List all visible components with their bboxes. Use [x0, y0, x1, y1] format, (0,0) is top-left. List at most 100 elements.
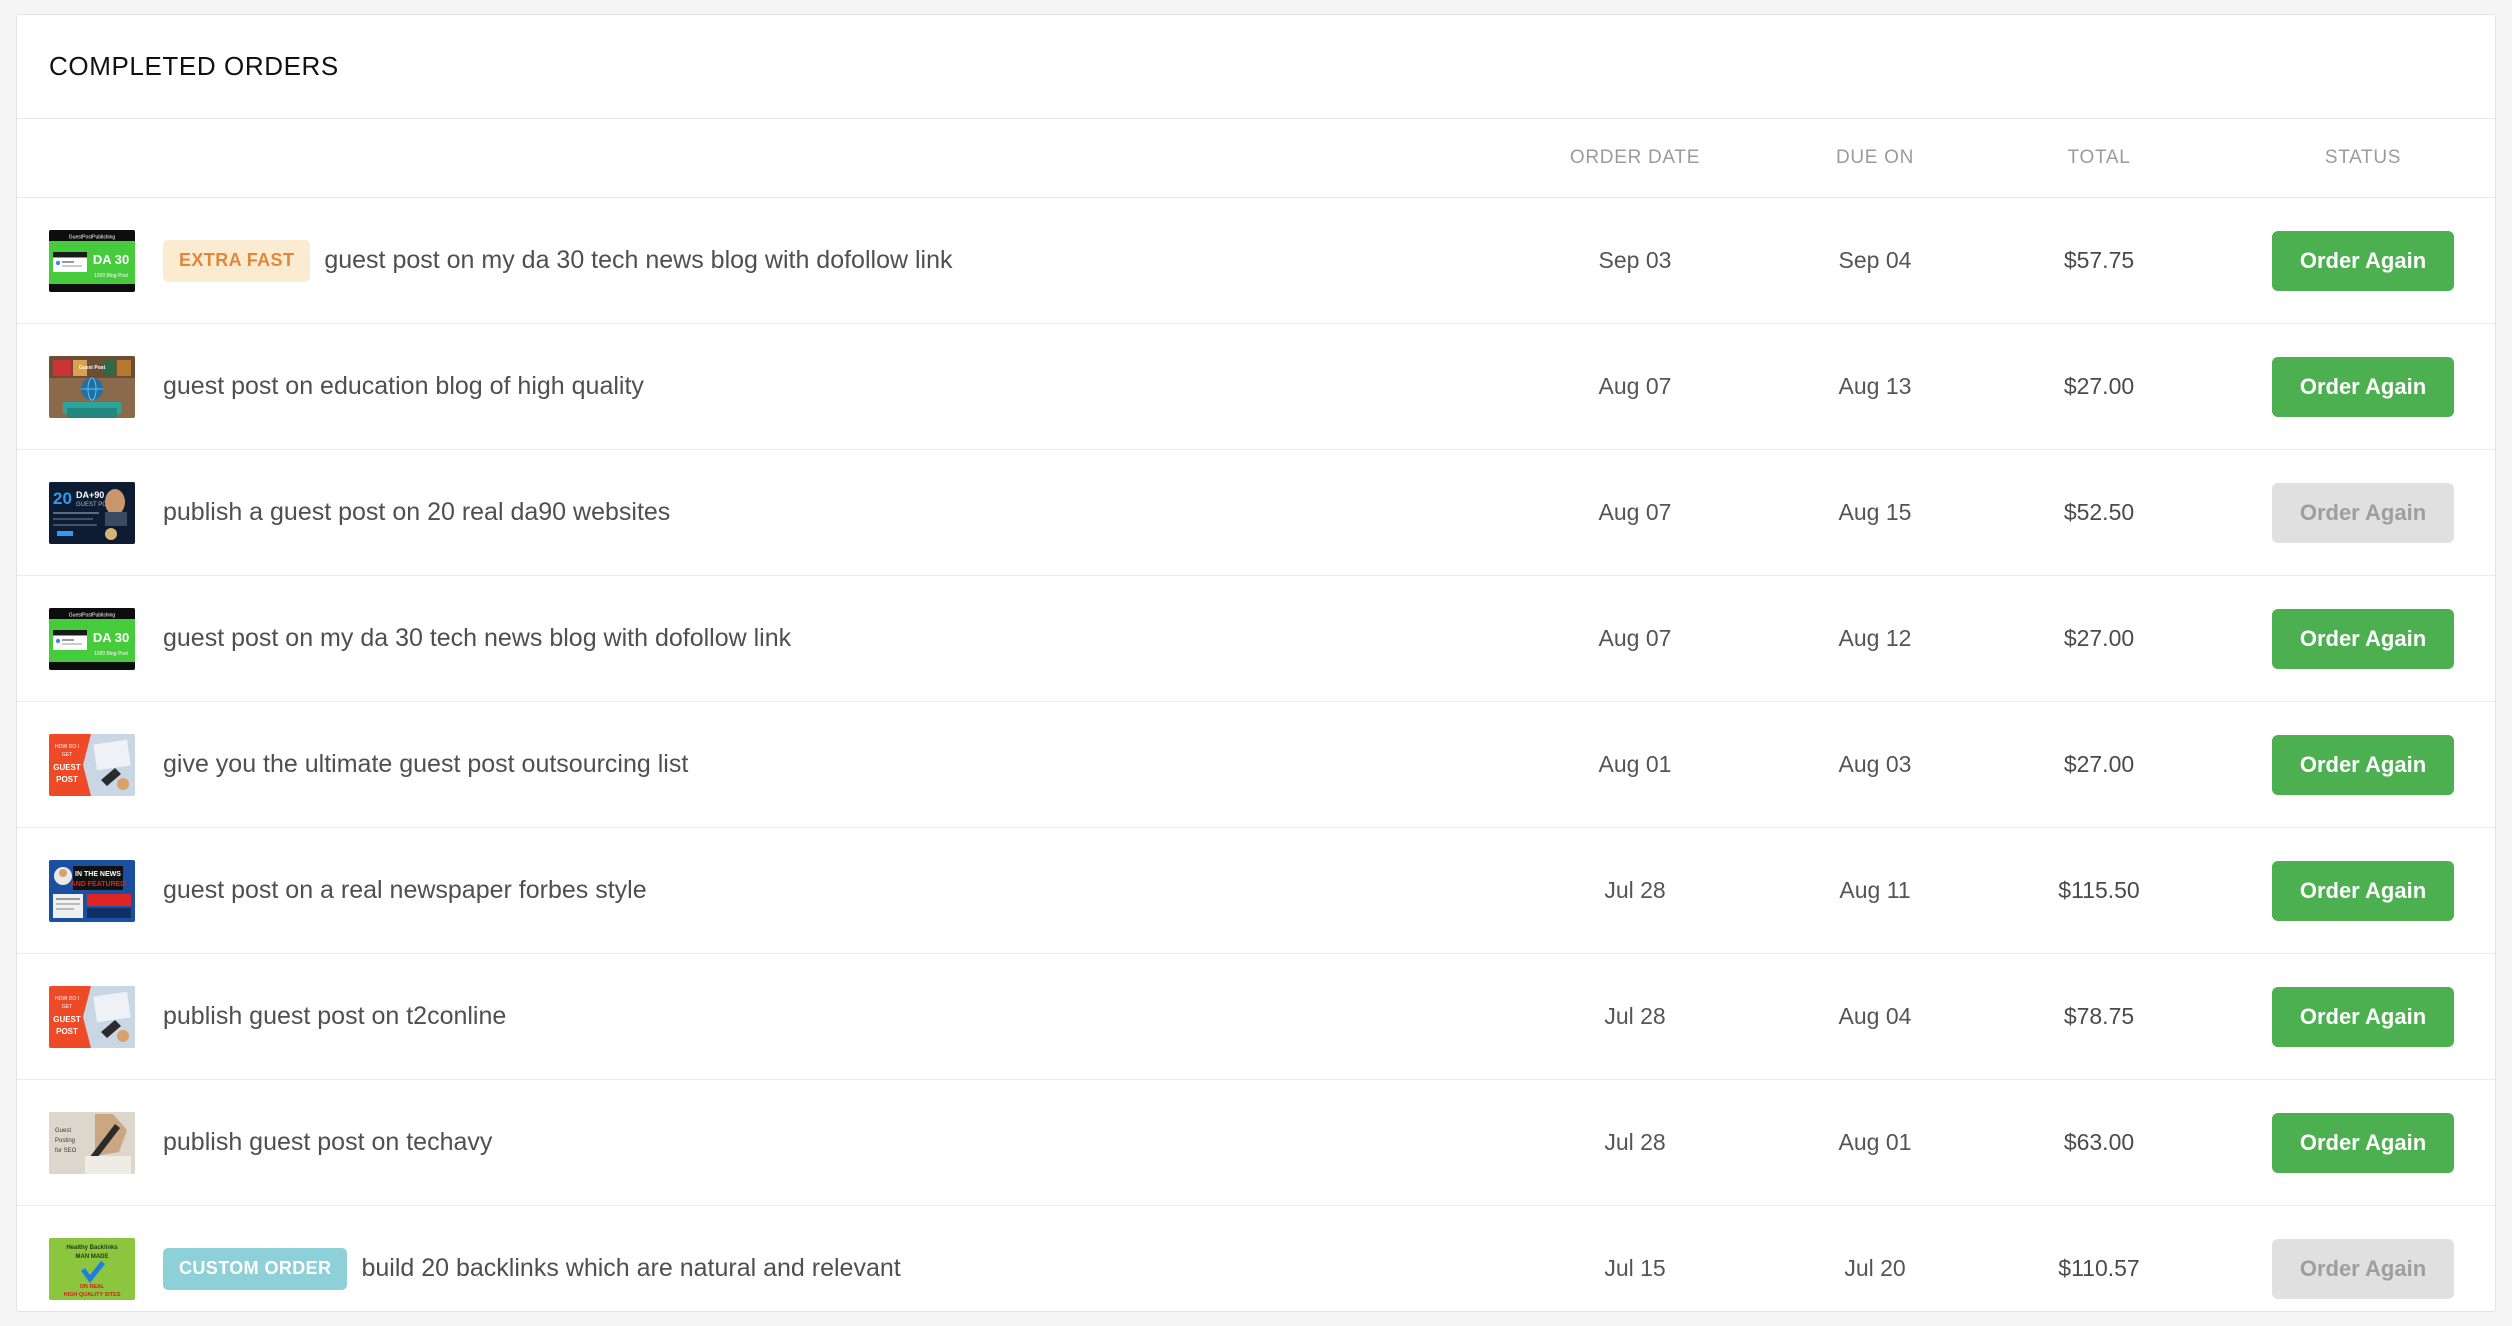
total-cell: $52.50	[2063, 499, 2135, 525]
page-root: COMPLETED ORDERS ORDER DATE DUE ON TOTAL…	[0, 0, 2512, 1326]
custom-order-badge: CUSTOM ORDER	[163, 1247, 348, 1290]
due-on-cell: Sep 04	[1838, 247, 1912, 273]
table-row: GuestPostPublishing DA 30 1000 Blog Post EX…	[17, 198, 2495, 324]
svg-text:Guest: Guest	[55, 1128, 71, 1134]
order-date-cell: Jul 28	[1604, 877, 1666, 903]
svg-text:POST: POST	[56, 1027, 78, 1036]
order-title-link[interactable]: guest post on a real newspaper forbes st…	[163, 876, 647, 905]
due-on-cell: Aug 03	[1838, 751, 1912, 777]
order-date-cell: Aug 07	[1598, 499, 1672, 525]
svg-text:IN THE NEWS: IN THE NEWS	[75, 871, 121, 878]
table-row: HOW DO I GET GUEST POST give you the ultimat…	[17, 702, 2495, 828]
card-header: COMPLETED ORDERS	[17, 15, 2495, 119]
due-on-cell: Aug 11	[1839, 877, 1911, 903]
svg-text:HIGH QUALITY SITES: HIGH QUALITY SITES	[64, 1292, 121, 1298]
order-item-cell: HOW DO I GET GUEST POST give you the ultimat…	[17, 702, 1511, 828]
status-cell: Order Again	[2207, 1206, 2495, 1312]
order-item-cell: Guest Posting for SEO publish guest post on…	[17, 1080, 1511, 1206]
page-title: COMPLETED ORDERS	[49, 51, 339, 81]
table-row: GuestPostPublishing DA 30 1000 Blog Post gu…	[17, 576, 2495, 702]
svg-text:HOW DO I: HOW DO I	[55, 996, 79, 1002]
table-row: Healthy Backlinks MAN MADE ON REAL HIGH QUA…	[17, 1206, 2495, 1312]
table-header: ORDER DATE DUE ON TOTAL STATUS	[17, 119, 2495, 198]
order-item-cell: HOW DO I GET GUEST POST publish guest post o…	[17, 954, 1511, 1080]
status-cell: Order Again	[2207, 450, 2495, 576]
newspaper-forbes-thumbnail[interactable]: IN THE NEWS AND FEATURED	[49, 859, 135, 922]
education-globe-thumbnail[interactable]: Guest Post	[49, 355, 135, 418]
order-again-button[interactable]: Order Again	[2272, 986, 2454, 1047]
order-again-button[interactable]: Order Again	[2272, 1112, 2454, 1173]
da30-green-thumbnail[interactable]: GuestPostPublishing DA 30 1000 Blog Post	[49, 229, 135, 292]
table-row: IN THE NEWS AND FEATURED guest post on a r…	[17, 828, 2495, 954]
order-item-cell: IN THE NEWS AND FEATURED guest post on a r…	[17, 828, 1511, 954]
order-title-link[interactable]: guest post on education blog of high qua…	[163, 372, 644, 401]
svg-text:1000 Blog Post: 1000 Blog Post	[94, 651, 129, 657]
status-cell: Order Again	[2207, 324, 2495, 450]
order-title-link[interactable]: publish guest post on techavy	[163, 1128, 492, 1157]
svg-text:GET: GET	[62, 1004, 72, 1010]
svg-text:AND FEATURED: AND FEATURED	[71, 881, 126, 888]
da30-green-thumbnail[interactable]: GuestPostPublishing DA 30 1000 Blog Post	[49, 607, 135, 670]
order-again-button[interactable]: Order Again	[2272, 860, 2454, 921]
status-cell: Order Again	[2207, 1080, 2495, 1206]
order-item-cell: GuestPostPublishing DA 30 1000 Blog Post gu…	[17, 576, 1511, 702]
completed-orders-table: ORDER DATE DUE ON TOTAL STATUS GuestPost…	[17, 119, 2495, 1312]
svg-text:GuestPostPublishing: GuestPostPublishing	[69, 234, 116, 240]
extra-fast-badge: EXTRA FAST	[163, 239, 311, 282]
svg-text:GUEST: GUEST	[53, 1015, 81, 1024]
svg-text:1000 Blog Post: 1000 Blog Post	[94, 273, 129, 279]
svg-text:GET: GET	[62, 752, 72, 758]
total-cell: $115.50	[2058, 877, 2140, 903]
table-row: Guest Post guest post on education blog o…	[17, 324, 2495, 450]
column-header-order-date: ORDER DATE	[1511, 119, 1759, 198]
table-header-row: ORDER DATE DUE ON TOTAL STATUS	[17, 119, 2495, 198]
healthy-backlinks-green-thumbnail[interactable]: Healthy Backlinks MAN MADE ON REAL HIGH QUA…	[49, 1237, 135, 1300]
svg-text:ON REAL: ON REAL	[80, 1284, 105, 1290]
writing-hand-thumbnail[interactable]: Guest Posting for SEO	[49, 1111, 135, 1174]
order-title-link[interactable]: build 20 backlinks which are natural and…	[361, 1254, 900, 1283]
order-date-cell: Aug 07	[1598, 625, 1672, 651]
svg-text:DA+90: DA+90	[76, 490, 104, 500]
red-guest-post-thumbnail[interactable]: HOW DO I GET GUEST POST	[49, 733, 135, 796]
order-date-cell: Aug 07	[1598, 373, 1672, 399]
total-cell: $78.75	[2063, 1003, 2135, 1029]
status-cell: Order Again	[2207, 954, 2495, 1080]
due-on-cell: Jul 20	[1844, 1255, 1906, 1282]
column-header-item	[17, 119, 1511, 198]
due-on-cell: Aug 01	[1838, 1129, 1912, 1155]
due-on-cell: Aug 04	[1838, 1003, 1912, 1029]
order-date-cell: Jul 28	[1604, 1129, 1666, 1155]
svg-text:POST: POST	[56, 775, 78, 784]
table-row: HOW DO I GET GUEST POST publish guest post o…	[17, 954, 2495, 1080]
order-title-link[interactable]: publish a guest post on 20 real da90 web…	[163, 498, 670, 527]
order-date-cell: Jul 15	[1604, 1255, 1666, 1282]
order-title-link[interactable]: give you the ultimate guest post outsour…	[163, 750, 688, 779]
column-header-due-on: DUE ON	[1759, 119, 1991, 198]
svg-text:Posting: Posting	[55, 1138, 75, 1144]
order-again-button[interactable]: Order Again	[2272, 230, 2454, 291]
svg-text:Guest Post: Guest Post	[79, 365, 106, 371]
order-again-button: Order Again	[2272, 482, 2454, 543]
red-guest-post-thumbnail[interactable]: HOW DO I GET GUEST POST	[49, 985, 135, 1048]
order-again-button[interactable]: Order Again	[2272, 734, 2454, 795]
total-cell: $27.00	[2063, 625, 2135, 651]
svg-text:MAN MADE: MAN MADE	[76, 1254, 109, 1260]
order-again-button[interactable]: Order Again	[2272, 356, 2454, 417]
order-item-cell: Healthy Backlinks MAN MADE ON REAL HIGH QUA…	[17, 1206, 1511, 1312]
table-body: GuestPostPublishing DA 30 1000 Blog Post EX…	[17, 198, 2495, 1312]
order-title-link[interactable]: publish guest post on t2conline	[163, 1002, 506, 1031]
order-date-cell: Jul 28	[1604, 1003, 1666, 1029]
status-cell: Order Again	[2207, 828, 2495, 954]
order-title-link[interactable]: guest post on my da 30 tech news blog wi…	[324, 246, 952, 275]
order-again-button[interactable]: Order Again	[2272, 608, 2454, 669]
order-again-button: Order Again	[2272, 1238, 2454, 1299]
total-cell: $27.00	[2063, 373, 2135, 399]
total-cell: $57.75	[2063, 247, 2135, 273]
total-cell: $63.00	[2063, 1129, 2135, 1155]
total-cell: $110.57	[2058, 1255, 2140, 1282]
due-on-cell: Aug 15	[1838, 499, 1912, 525]
order-title-link[interactable]: guest post on my da 30 tech news blog wi…	[163, 624, 791, 653]
status-cell: Order Again	[2207, 702, 2495, 828]
order-item-cell: GuestPostPublishing DA 30 1000 Blog Post EX…	[17, 198, 1511, 324]
da90-blue-thumbnail[interactable]: 20 DA+90 GUEST POST	[49, 481, 135, 544]
